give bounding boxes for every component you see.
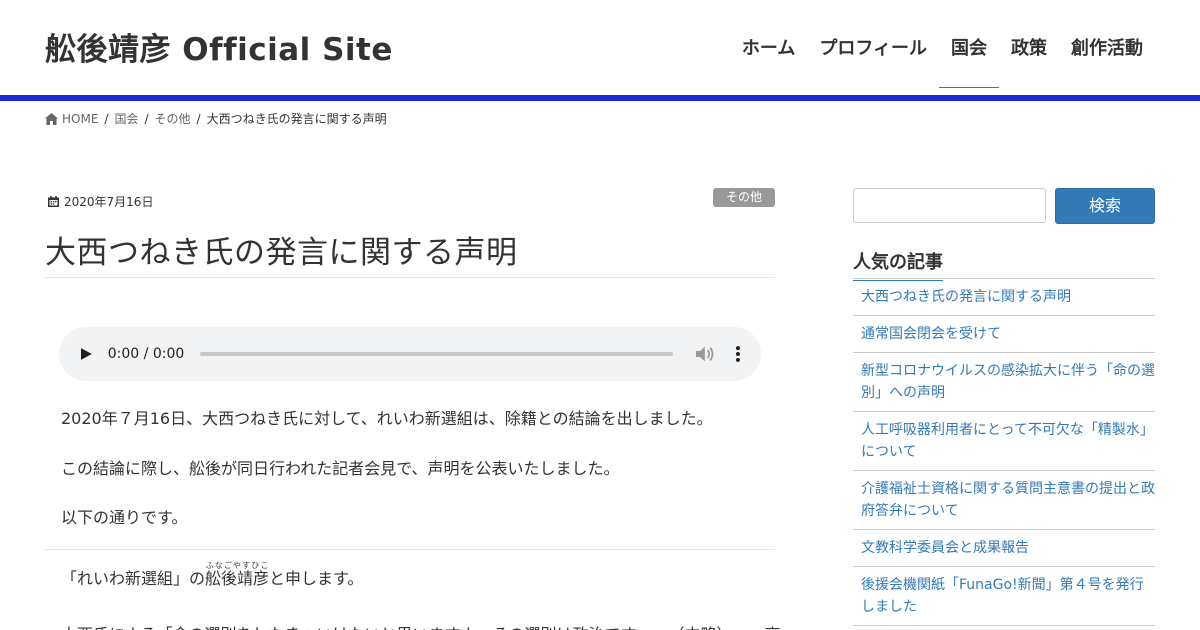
- search-button[interactable]: 検索: [1055, 188, 1155, 224]
- popular-post-item[interactable]: 介護福祉士資格に関する質問主意書の提出と政府答弁について: [853, 471, 1155, 530]
- play-icon[interactable]: [79, 347, 93, 361]
- site-header: 舩後靖彦 Official Site ホーム プロフィール 国会 政策 創作活動: [0, 0, 1200, 95]
- post-date-text: 2020年7月16日: [64, 195, 154, 209]
- site-title[interactable]: 舩後靖彦 Official Site: [45, 24, 393, 69]
- breadcrumb-home[interactable]: HOME: [62, 112, 98, 126]
- paragraph-cut: 大西氏による「命の選別をしなきゃいけないと思いますよ、その選別は政治です……（中…: [61, 621, 781, 630]
- popular-post-item[interactable]: 文教科学委員会と成果報告: [853, 530, 1155, 567]
- breadcrumb-other[interactable]: その他: [155, 110, 191, 127]
- breadcrumb-separator: /: [104, 111, 109, 126]
- breadcrumb-current: 大西つねき氏の発言に関する声明: [206, 112, 387, 126]
- nav-item-diet[interactable]: 国会: [939, 22, 999, 88]
- name-ruby: 舩後靖彦ふなごやすひこ: [205, 561, 270, 588]
- breadcrumb-separator: /: [144, 111, 149, 126]
- header-accent-bar: [0, 95, 1200, 101]
- quote-text-after: と申します。: [269, 569, 364, 588]
- entry-title: 大西つねき氏の発言に関する声明: [45, 235, 518, 271]
- breadcrumb-diet[interactable]: 国会: [114, 110, 138, 127]
- search-input[interactable]: [853, 188, 1046, 223]
- audio-time: 0:00 / 0:00: [107, 346, 185, 362]
- paragraph: 2020年７月16日、大西つねき氏に対して、れいわ新選組は、除籍との結論を出しま…: [61, 409, 713, 428]
- content-divider: [45, 549, 775, 550]
- nav-item-profile[interactable]: プロフィール: [807, 22, 939, 72]
- popular-posts-title: 人気の記事: [853, 248, 943, 281]
- more-options-icon[interactable]: [735, 345, 741, 363]
- quote-text-before: 「れいわ新選組」の: [61, 569, 206, 588]
- breadcrumb: HOME / 国会 / その他 / 大西つねき氏の発言に関する声明: [45, 110, 387, 127]
- quote-paragraph: 「れいわ新選組」の舩後靖彦ふなごやすひこと申します。: [61, 561, 363, 589]
- breadcrumb-separator: /: [196, 111, 201, 126]
- quote-name: 舩後靖彦: [205, 569, 270, 588]
- category-badge[interactable]: その他: [712, 188, 775, 207]
- paragraph: この結論に際し、舩後が同日行われた記者会見で、声明を公表いたしました。: [61, 459, 620, 478]
- popular-post-item[interactable]: 新型コロナウイルスの感染拡大に伴う「命の選別」への声明: [853, 353, 1155, 412]
- nav-item-home[interactable]: ホーム: [730, 22, 807, 72]
- title-divider: [45, 277, 775, 278]
- popular-post-item[interactable]: 大西つねき氏の発言に関する声明: [853, 279, 1155, 316]
- post-date: 2020年7月16日: [48, 193, 153, 210]
- audio-player[interactable]: 0:00 / 0:00: [59, 327, 761, 381]
- popular-post-item[interactable]: 後援会機関紙「FunaGo!新聞」第４号を発行しました: [853, 567, 1155, 626]
- name-furigana: ふなごやすひこ: [205, 561, 270, 570]
- volume-icon[interactable]: [695, 345, 715, 363]
- global-nav: ホーム プロフィール 国会 政策 創作活動: [730, 22, 1155, 88]
- popular-posts-list: 大西つねき氏の発言に関する声明 通常国会閉会を受けて 新型コロナウイルスの感染拡…: [853, 279, 1155, 626]
- home-icon: [45, 112, 58, 125]
- popular-post-item[interactable]: 通常国会閉会を受けて: [853, 316, 1155, 353]
- paragraph: 以下の通りです。: [61, 508, 188, 527]
- nav-item-creative[interactable]: 創作活動: [1059, 22, 1155, 72]
- audio-progress-track[interactable]: [200, 352, 674, 356]
- popular-post-item[interactable]: 人工呼吸器利用者にとって不可欠な「精製水」について: [853, 412, 1155, 471]
- nav-item-policy[interactable]: 政策: [999, 22, 1059, 72]
- calendar-icon: [48, 196, 59, 207]
